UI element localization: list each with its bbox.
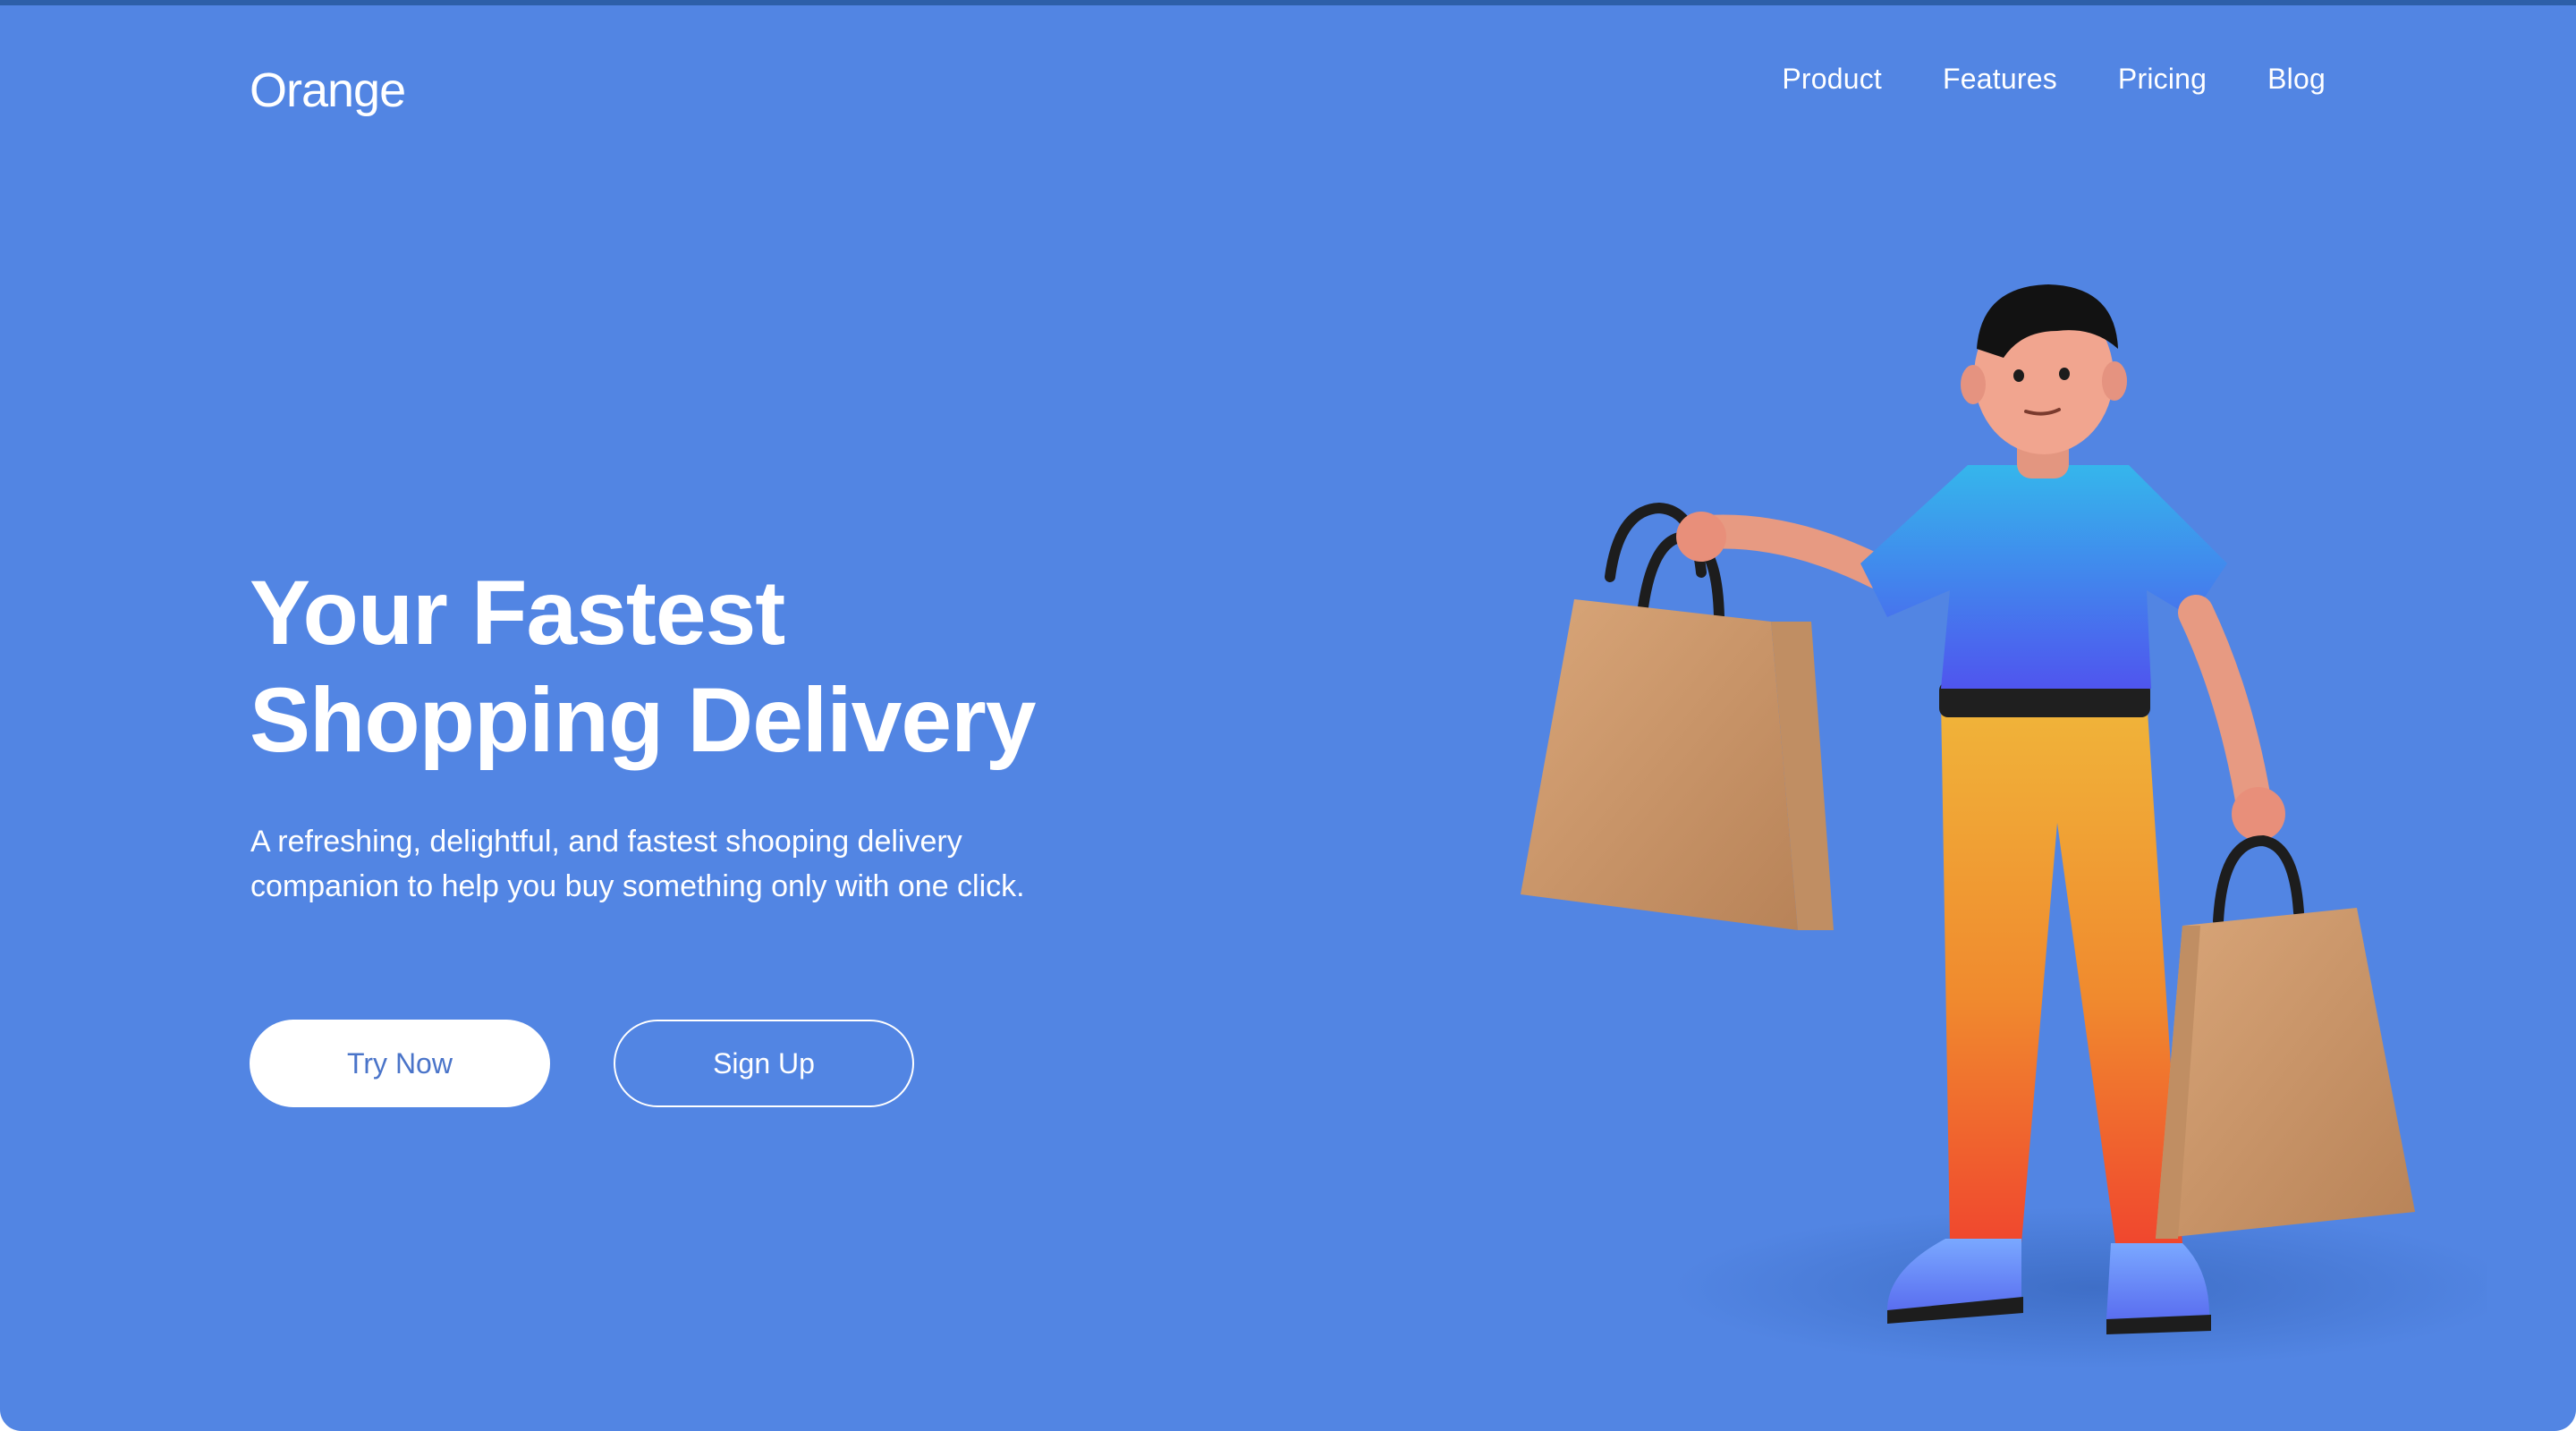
brand-logo[interactable]: Orange	[250, 63, 406, 118]
shopper-with-bags-illustration	[1521, 284, 2487, 1368]
pants	[1941, 698, 2182, 1243]
landing-page: Orange Product Features Pricing Blog You…	[0, 0, 2576, 1431]
window-top-bar	[0, 0, 2576, 5]
left-eye	[2013, 369, 2024, 382]
hero-description: A refreshing, delightful, and fastest sh…	[250, 819, 1109, 909]
right-arm	[2178, 595, 2272, 823]
nav-link-product[interactable]: Product	[1782, 63, 1882, 95]
main-nav: Product Features Pricing Blog	[1782, 63, 2326, 96]
hero-title: Your Fastest Shopping Delivery	[250, 559, 1036, 774]
hero-title-line-1: Your Fastest	[250, 562, 785, 664]
left-shopping-bag	[1521, 502, 1834, 930]
nav-link-blog[interactable]: Blog	[2267, 63, 2326, 95]
right-hand	[2232, 787, 2285, 841]
left-arm	[1691, 514, 1895, 589]
nav-item-features: Features	[1943, 63, 2057, 96]
nav-item-product: Product	[1782, 63, 1882, 96]
ground-shadow	[1673, 1207, 2487, 1368]
shirt	[1860, 465, 2227, 689]
sign-up-button[interactable]: Sign Up	[614, 1020, 914, 1107]
try-now-button[interactable]: Try Now	[250, 1020, 550, 1107]
nav-link-pricing[interactable]: Pricing	[2118, 63, 2207, 95]
left-ear	[1961, 365, 1986, 404]
hero-description-line-1: A refreshing, delightful, and fastest sh…	[250, 825, 962, 859]
right-ear	[2102, 361, 2127, 401]
nav-item-pricing: Pricing	[2118, 63, 2207, 96]
nav-link-features[interactable]: Features	[1943, 63, 2057, 95]
hero-title-line-2: Shopping Delivery	[250, 669, 1036, 771]
hero-description-line-2: companion to help you buy something only…	[250, 869, 1025, 903]
right-shopping-bag	[2156, 834, 2415, 1239]
nav-item-blog: Blog	[2267, 63, 2326, 96]
left-hand	[1676, 512, 1726, 562]
right-eye	[2059, 368, 2070, 380]
